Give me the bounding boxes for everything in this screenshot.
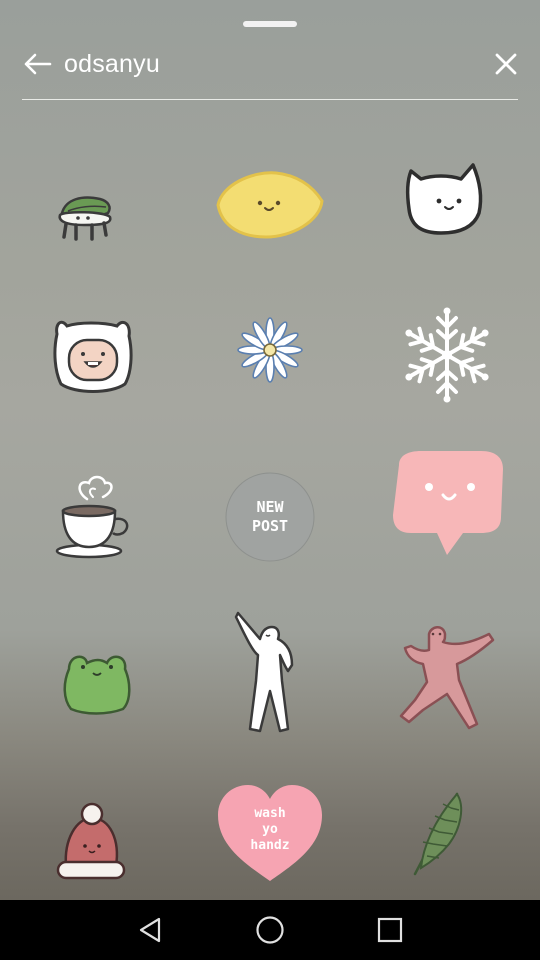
frog-sticker	[63, 655, 131, 715]
search-header: odsanyu	[0, 40, 540, 100]
sticker-search-panel: odsanyu NEW POST wash yo handz	[0, 0, 540, 900]
circle-home-icon	[256, 916, 284, 944]
heart-line3: handz	[250, 838, 289, 853]
leaf-sprig-sticker	[413, 792, 463, 876]
sticker-finn[interactable]	[18, 290, 168, 420]
sticker-speech-bubble[interactable]	[372, 442, 522, 572]
header-divider	[22, 99, 518, 100]
sticker-dancer-white[interactable]	[195, 606, 345, 736]
sticker-grid: NEW POST wash yo handz	[0, 140, 540, 900]
heart-line2: yo	[262, 822, 278, 837]
nav-back-button[interactable]	[120, 908, 180, 952]
finn-face-sticker	[53, 320, 133, 393]
sticker-lemon[interactable]	[195, 140, 345, 270]
sticker-daisy[interactable]	[195, 285, 345, 415]
sticker-snowflake[interactable]	[372, 290, 522, 420]
sticker-beanie[interactable]	[16, 778, 166, 900]
close-icon	[495, 53, 517, 75]
nav-recents-button[interactable]	[360, 908, 420, 952]
sticker-frog[interactable]	[22, 615, 172, 745]
sticker-wash-yo-handz[interactable]: wash yo handz	[195, 768, 345, 898]
beanie-hat-sticker	[56, 802, 126, 880]
clear-search-button[interactable]	[488, 48, 524, 80]
snowflake-sticker	[405, 307, 489, 403]
new-post-line1: NEW	[256, 498, 284, 516]
back-button[interactable]	[18, 48, 56, 80]
sticker-coffee-cup[interactable]	[18, 450, 168, 580]
new-post-badge-sticker: NEW POST	[225, 472, 315, 562]
search-query-text[interactable]: odsanyu	[64, 50, 160, 79]
sticker-leaf-sprig[interactable]	[366, 768, 516, 898]
leaf-critter-sticker	[58, 196, 112, 241]
heart-line1: wash	[254, 806, 285, 821]
lemon-sticker	[216, 171, 324, 239]
white-dancer-figure-sticker	[234, 611, 294, 733]
triangle-back-icon	[139, 917, 161, 943]
square-recents-icon	[377, 917, 403, 943]
system-navigation-bar	[0, 900, 540, 960]
nav-home-button[interactable]	[240, 908, 300, 952]
sticker-leaf-critter[interactable]	[13, 150, 163, 280]
cat-face-sticker	[405, 163, 483, 235]
drag-handle[interactable]	[243, 21, 297, 27]
wash-yo-handz-heart-sticker: wash yo handz	[218, 785, 322, 881]
pink-speech-bubble-sticker	[393, 451, 503, 555]
sticker-dancer-pink[interactable]	[370, 610, 520, 740]
arrow-left-icon	[24, 53, 52, 75]
coffee-cup-sticker	[55, 475, 129, 559]
sticker-cat[interactable]	[370, 132, 520, 262]
sticker-new-post[interactable]: NEW POST	[195, 452, 345, 582]
new-post-line2: POST	[252, 517, 288, 535]
pink-dancer-figure-sticker	[399, 626, 495, 730]
daisy-flower-sticker	[237, 317, 303, 383]
